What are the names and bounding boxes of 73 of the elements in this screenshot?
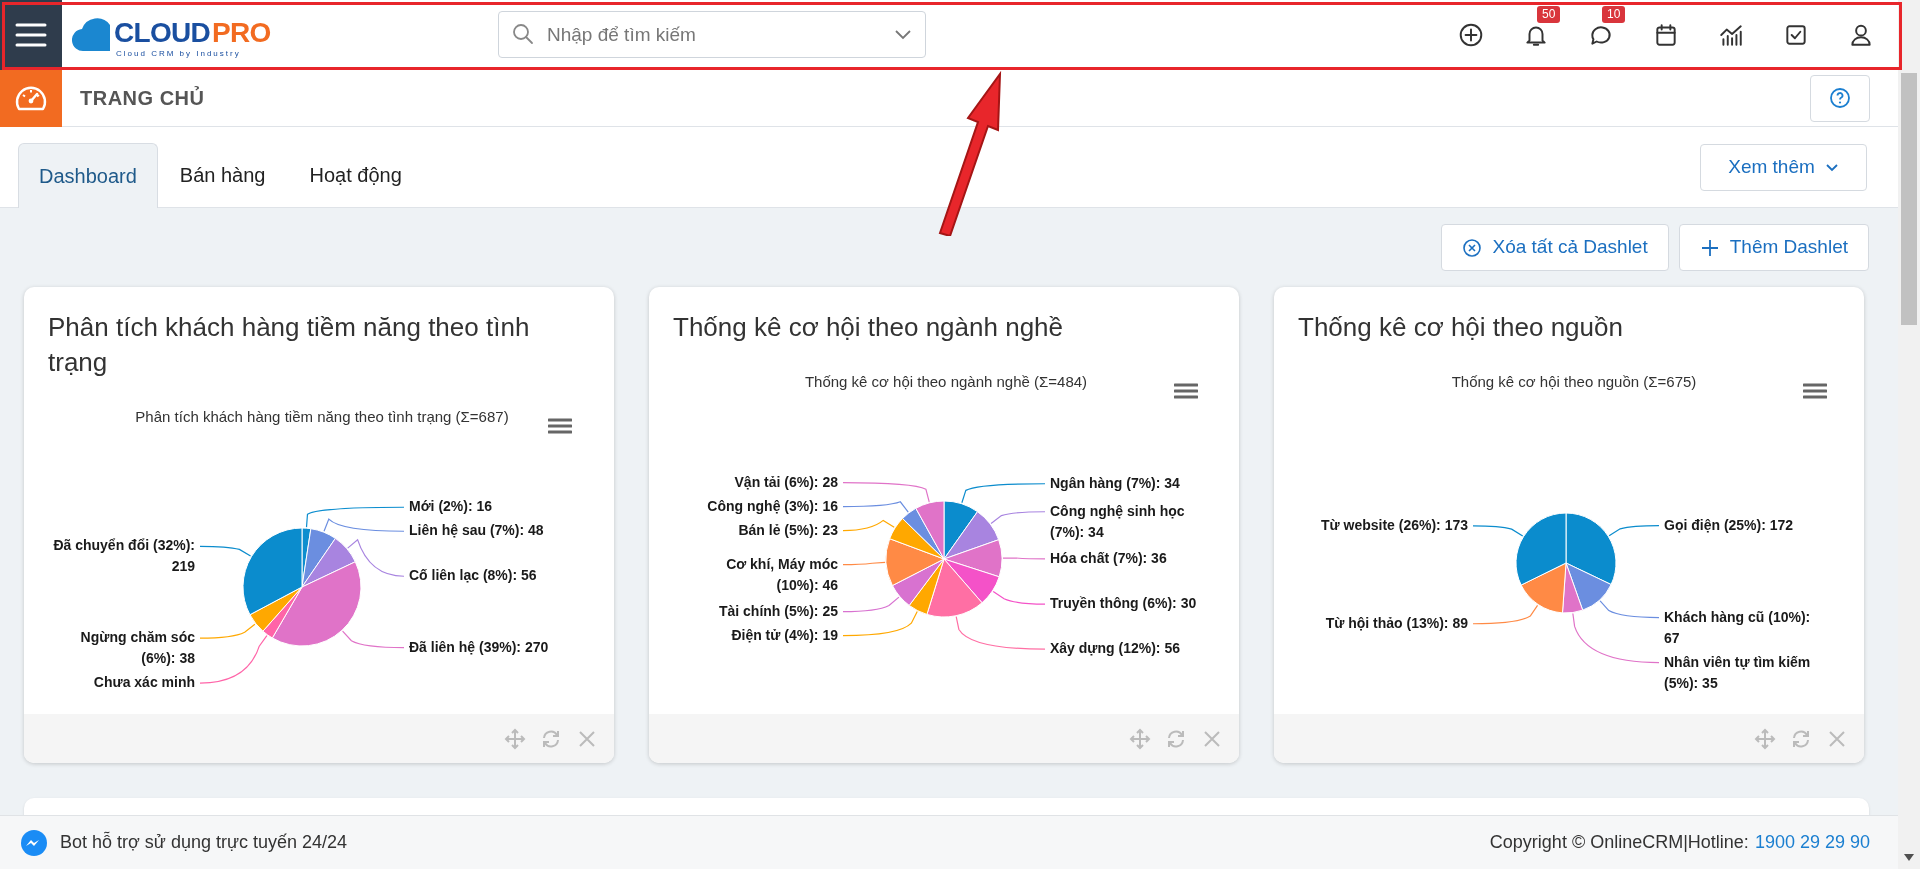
dashlet-title: Thống kê cơ hội theo nguồn [1297,311,1624,344]
slice-label: Công nghệ (3%): 16 [707,496,838,516]
chart-title: Thống kê cơ hội theo ngành nghề (Σ=484) [803,372,1089,392]
count-badge: 10 [1602,5,1626,23]
add-icon[interactable] [1458,21,1484,48]
slice-label: Liên hệ sau (7%): 48 [409,521,544,541]
count-badge: 50 [1537,5,1561,23]
slice-label: Hóa chất (7%): 36 [1050,548,1167,568]
leader-line [1472,525,1524,537]
slice-label: Tài chính (5%): 25 [718,601,838,621]
scrollbar[interactable] [1898,0,1920,869]
dashlet-title: Thống kê cơ hội theo ngành nghề [672,311,1064,344]
slice-label: Chưa xác minh [93,673,195,693]
menu-icon [15,21,47,48]
leader-line [990,511,1046,524]
slice-label: Xây dựng (12%): 56 [1050,639,1180,659]
slice-label: Khách hàng cũ (10%): 67 [1664,607,1812,648]
chart-menu-icon[interactable] [1174,383,1198,399]
add-dashlet-button[interactable]: Thêm Dashlet [1678,224,1869,271]
leader-line [1608,525,1660,537]
logo-text: PRO [212,16,271,49]
slice-label: Vận tải (6%): 28 [734,472,838,492]
more-dropdown[interactable]: Xem thêm [1700,144,1867,191]
slice-label: Mới (2%): 16 [409,497,493,517]
slice-label: Từ hội thảo (13%): 89 [1325,613,1468,633]
leader-line [1472,604,1539,625]
slice-label: Gọi điện (25%): 172 [1664,515,1794,535]
leader-line [1002,557,1046,560]
leader-line [342,630,405,649]
tab[interactable]: Hoạt động [287,142,424,207]
scrollbar-thumb[interactable] [1901,73,1917,325]
slice-label: Cơ khí, Máy móc (10%): 46 [725,554,838,595]
logo-text: CLOUD [114,16,211,49]
scroll-down-icon[interactable] [1904,854,1914,861]
chart-title: Thống kê cơ hội theo nguồn (Σ=675) [1450,372,1698,392]
leader-line [842,519,895,532]
help-button[interactable] [1810,74,1870,122]
chevron-down-icon [1824,163,1839,172]
page-title: TRANG CHỦ [80,85,205,111]
tab[interactable]: Bán hàng [157,142,288,207]
chart-menu-icon[interactable] [1803,383,1827,399]
slice-label: Đã liên hệ (39%): 270 [409,637,549,657]
plus-icon [1699,237,1720,258]
copyright-text: Copyright © OnlineCRM|Hotline: [1489,831,1749,854]
slice-label: Bán lẻ (5%): 23 [738,520,838,540]
leader-line [347,539,405,577]
leader-line [992,590,1046,605]
slice-label: Đã chuyển đổi (32%): 219 [52,536,195,577]
clear-dashlets-button[interactable]: Xóa tất cả Dashlet [1441,224,1669,271]
slice-label: Truyền thông (6%): 30 [1050,594,1197,614]
search-icon [512,23,534,45]
chart-title: Phân tích khách hàng tiềm năng theo tình trạng (Σ=687) [134,407,510,427]
search-field[interactable]: Nhập để tìm kiếm [498,11,926,58]
chart-menu-icon[interactable] [548,418,572,434]
leader-line [842,561,886,566]
hotline-link[interactable]: 1900 29 29 90 [1754,829,1870,856]
bot-support-text: Bot hỗ trợ sử dụng trực tuyến 24/24 [60,830,348,854]
calendar-icon[interactable] [1653,21,1679,48]
help-icon [1829,87,1851,109]
slice-label: Nhân viên tự tìm kiếm (5%): 35 [1664,652,1812,693]
messenger-icon[interactable] [20,828,48,857]
chevron-down-icon [894,29,912,41]
slice-label: Ngừng chăm sóc (6%): 38 [79,628,195,669]
clear-icon [1462,237,1483,258]
dashlet-title: Phân tích khách hàng tiềm năng theo tình trạng [47,311,531,379]
slice-label: Ngân hàng (7%): 34 [1050,473,1180,493]
tab[interactable]: Dashboard [18,143,158,208]
slice-label: Từ website (26%): 173 [1320,515,1468,535]
slice-label: Điện tử (4%): 19 [731,625,838,645]
logo-tagline: Cloud CRM by Industry [116,48,241,58]
slice-label: Công nghệ sinh học (7%): 34 [1050,501,1186,542]
slice-label: Cố liên lạc (8%): 56 [409,566,537,586]
leader-line [199,545,252,557]
